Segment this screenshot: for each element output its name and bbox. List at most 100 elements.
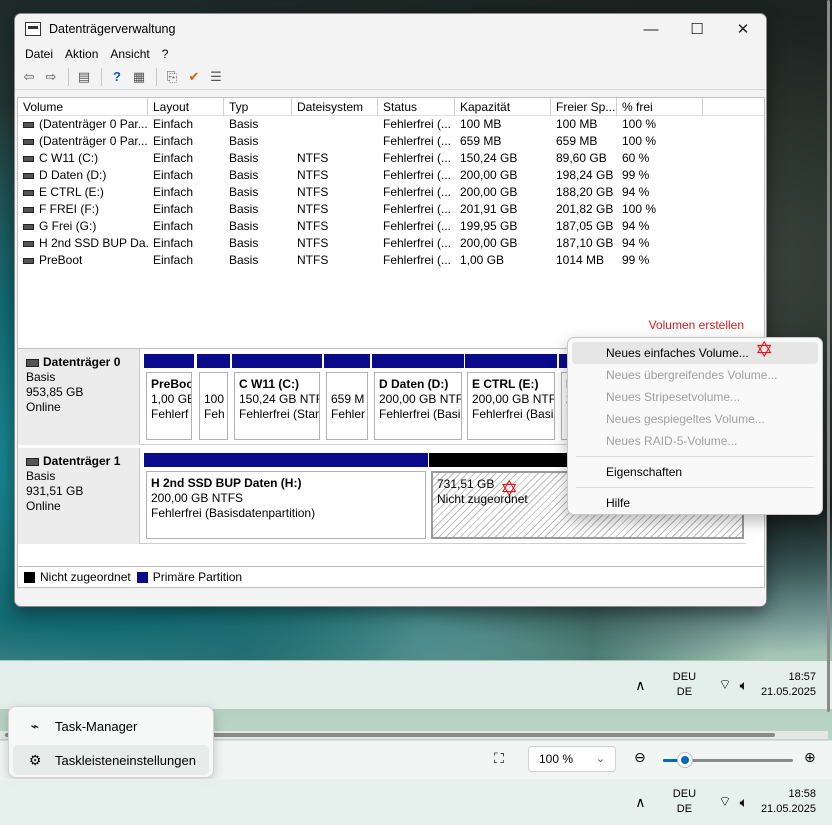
col-freier-speicher[interactable]: Freier Sp... [551,98,617,115]
partition-efi[interactable]: 100 Feh [197,354,230,442]
col-volume[interactable]: Volume [18,98,148,115]
connect-disk-icon[interactable]: ⎘ [162,68,182,86]
table-row[interactable]: F FREI (F:) Einfach Basis NTFS Fehlerfrei (.… [18,201,764,218]
menu-divider [576,487,814,488]
table-row[interactable]: (Datenträger 0 Par... Einfach Basis Fehlerf… [18,116,764,133]
partition-size: 200,00 GB NTFS [151,491,244,505]
volume-list[interactable]: Volume Layout Typ Dateisystem Status Kap… [17,97,765,355]
chevron-up-icon[interactable]: ∧ [628,677,652,694]
cell-dateisystem [292,116,378,133]
task-manager-item[interactable]: ⌁ Task-Manager [13,711,209,741]
chevron-up-icon[interactable]: ∧ [628,794,652,811]
volume-icon[interactable]: 🔈︎ [740,794,748,811]
help-icon[interactable]: ? [107,68,127,86]
col-typ[interactable]: Typ [224,98,292,115]
taskbar-context-menu: ⌁ Task-Manager ⚙ Taskleisteneinstellungen [8,706,214,778]
language-indicator[interactable]: DEU DE [664,670,704,700]
col-layout[interactable]: Layout [148,98,224,115]
menu-help[interactable]: ? [156,47,175,61]
disk-0-label[interactable]: Datenträger 0 Basis 953,85 GB Online [18,349,140,445]
cell-prozent-frei: 99 % [622,168,650,182]
minimize-button[interactable]: — [628,14,674,44]
check-icon[interactable]: ✔ [184,68,204,86]
clock[interactable]: 18:58 21.05.2025 [760,787,832,817]
partition-d[interactable]: D Daten (D:) 200,00 GB NTF Fehlerfrei (Bas… [372,354,464,442]
partition-e[interactable]: E CTRL (E:) 200,00 GB NTF Fehlerfrei (Basi [465,354,557,442]
table-row[interactable]: H 2nd SSD BUP Da... Einfach Basis NTFS Fehle… [18,235,764,252]
drive-icon [23,155,34,162]
drive-icon [23,189,34,196]
cell-typ: Basis [229,117,259,131]
menu-new-simple-volume[interactable]: Neues einfaches Volume... [572,342,818,364]
table-row[interactable]: G Frei (G:) Einfach Basis NTFS Fehlerfrei (.… [18,218,764,235]
cell-dateisystem [292,133,378,150]
cell-freier-speicher: 659 MB [556,134,598,148]
menu-new-spanned-volume[interactable]: Neues übergreifendes Volume... [568,364,822,386]
menu-new-striped-volume[interactable]: Neues Stripesetvolume... [568,386,822,408]
cell-freier-speicher: 187,05 GB [556,219,614,233]
disk-1-name: Datenträger 1 [26,454,131,469]
console-view-icon[interactable]: ▦ [129,68,149,86]
taskbar-settings-item[interactable]: ⚙ Taskleisteneinstellungen [13,745,209,775]
col-status[interactable]: Status [378,98,455,115]
menu-new-mirrored-volume[interactable]: Neues gespiegeltes Volume... [568,408,822,430]
table-row[interactable]: PreBoot Einfach Basis NTFS Fehlerfrei (... 1,… [18,252,764,269]
properties-icon[interactable]: ☰ [206,68,226,86]
fit-screen-icon[interactable]: ⛶ [494,750,504,767]
zoom-out-icon[interactable]: ⊖ [634,749,646,766]
show-hide-tree-icon[interactable]: ▤ [74,68,94,86]
system-tray: ∧ DEU DE ⌔ 🔈︎ 18:58 21.05.2025 [628,779,832,825]
partition-c[interactable]: C W11 (C:) 150,24 GB NTF Fehlerfrei (Star [232,354,322,442]
menu-aktion[interactable]: Aktion [59,47,104,61]
volume-icon[interactable]: 🔈︎ [740,677,748,694]
menu-help[interactable]: Hilfe [568,492,822,514]
maximize-button[interactable]: ☐ [674,14,720,44]
menu-ansicht[interactable]: Ansicht [104,47,155,61]
cell-kapazitaet: 199,95 GB [460,219,518,233]
cell-volume: F FREI (F:) [18,201,148,218]
table-row[interactable]: C W11 (C:) Einfach Basis NTFS Fehlerfrei (..… [18,150,764,167]
partition-recovery[interactable]: 659 M Fehler [324,354,370,442]
close-button[interactable]: ✕ [720,14,766,44]
menu-datei[interactable]: Datei [19,47,59,61]
star-marker-icon: ✡ [500,476,519,501]
wifi-icon[interactable]: ⌔ [718,793,731,811]
partition-status: Fehler [331,407,366,421]
col-prozent-frei[interactable]: % frei [617,98,703,115]
vertical-scrollbar[interactable] [825,0,832,715]
cell-volume: G Frei (G:) [18,218,148,235]
disk-1-label[interactable]: Datenträger 1 Basis 931,51 GB Online [18,448,140,544]
menu-new-raid5-volume[interactable]: Neues RAID-5-Volume... [568,430,822,452]
language-indicator[interactable]: DEU DE [664,787,704,817]
cell-freier-speicher: 1014 MB [556,253,605,267]
cell-volume: (Datenträger 0 Par... [18,116,148,133]
cell-layout: Einfach [153,185,194,199]
cell-status: Fehlerfrei (... [383,202,452,216]
partition-preboot[interactable]: PreBoo 1,00 GB Fehlerf [144,354,194,442]
zoom-in-icon[interactable]: ⊕ [804,749,816,766]
zoom-slider[interactable] [663,753,793,767]
back-icon[interactable]: ⇦ [19,68,39,86]
cell-layout: Einfach [153,236,194,250]
col-dateisystem[interactable]: Dateisystem [292,98,378,115]
zoom-select[interactable]: 100 % ⌄ [528,746,616,772]
table-row[interactable]: (Datenträger 0 Par... Einfach Basis Fehlerf… [18,133,764,150]
wifi-icon[interactable]: ⌔ [718,676,731,694]
cell-freier-speicher: 100 MB [556,117,598,131]
menu-properties[interactable]: Eigenschaften [568,461,822,483]
clock[interactable]: 18:57 21.05.2025 [760,670,832,700]
partition-title: H 2nd SSD BUP Daten (H:) [151,476,302,490]
table-row[interactable]: D Daten (D:) Einfach Basis NTFS Fehlerfrei (… [18,167,764,184]
volume-list-header: Volume Layout Typ Dateisystem Status Kap… [18,98,764,116]
forward-icon[interactable]: ⇨ [41,68,61,86]
cell-volume: E CTRL (E:) [18,184,148,201]
title-bar[interactable]: Datenträgerverwaltung — ☐ ✕ [15,14,766,44]
cell-layout: Einfach [153,202,194,216]
disk-1-type: Basis [26,469,56,483]
col-kapazitaet[interactable]: Kapazität [455,98,551,115]
partition-h[interactable]: H 2nd SSD BUP Daten (H:) 200,00 GB NTFS Fe… [144,453,428,541]
partition-status: Fehlerfrei (Basi [379,407,461,421]
cell-kapazitaet: 200,00 GB [460,168,518,182]
partition-status: Fehlerfrei (Basi [472,407,554,421]
table-row[interactable]: E CTRL (E:) Einfach Basis NTFS Fehlerfrei (.… [18,184,764,201]
